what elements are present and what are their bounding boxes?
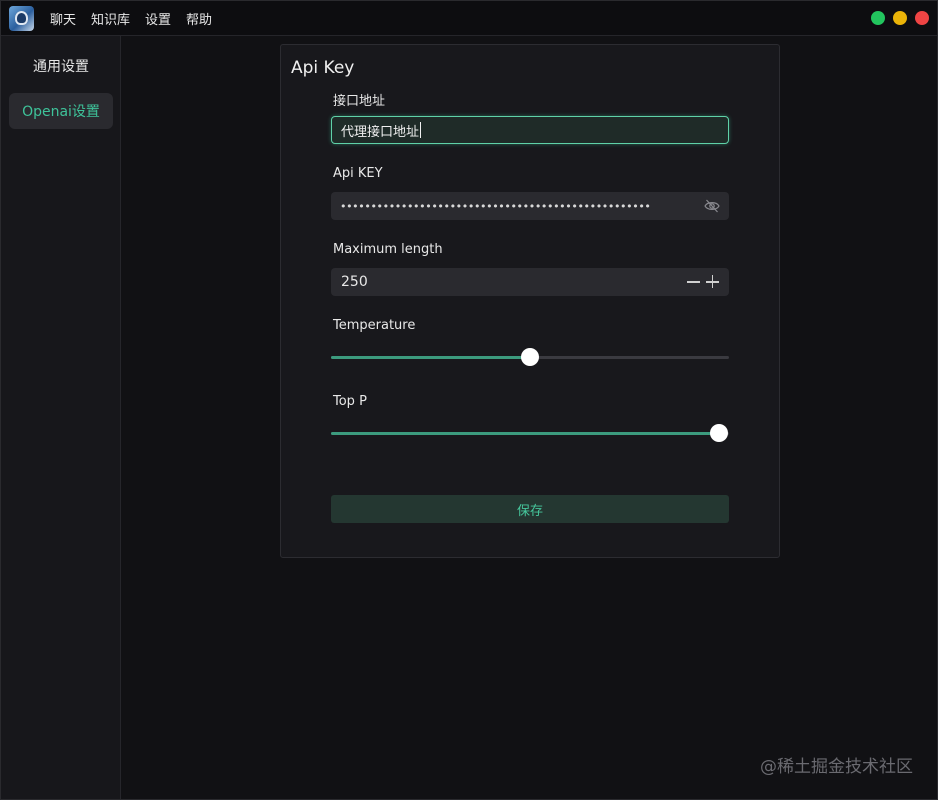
endpoint-value: 代理接口地址 [341,124,420,140]
increment-icon[interactable] [706,274,719,290]
decrement-icon[interactable] [687,274,700,290]
save-button[interactable]: 保存 [331,495,729,523]
slider-fill [331,356,530,359]
slider-thumb[interactable] [710,424,729,442]
menu-help[interactable]: 帮助 [186,9,212,28]
title-bar: 聊天 知识库 设置 帮助 [1,1,937,36]
window-controls [871,11,929,25]
menu-bar: 聊天 知识库 设置 帮助 [50,1,227,36]
app-logo [9,6,34,31]
top-p-label: Top P [333,394,367,409]
api-key-masked-value: ••••••••••••••••••••••••••••••••••••••••… [340,199,651,213]
endpoint-input[interactable]: 代理接口地址 [331,116,729,144]
watermark: @稀土掘金技术社区 [760,757,913,777]
menu-knowledge-base[interactable]: 知识库 [91,9,130,28]
settings-sidebar: 通用设置 Openai设置 [1,36,121,799]
max-length-value: 250 [341,274,368,290]
max-length-label: Maximum length [333,242,443,257]
api-key-input[interactable]: ••••••••••••••••••••••••••••••••••••••••… [331,192,729,220]
openai-settings-card: Api Key 接口地址 代理接口地址 Api KEY ••••••••••••… [280,44,780,558]
eye-off-icon[interactable] [704,199,720,213]
menu-settings[interactable]: 设置 [145,9,171,28]
minimize-button[interactable] [893,11,907,25]
card-title: Api Key [291,58,355,78]
max-length-input[interactable]: 250 [331,268,729,296]
api-key-label: Api KEY [333,166,383,181]
slider-thumb[interactable] [521,348,539,366]
sidebar-item-openai-settings[interactable]: Openai设置 [9,93,113,129]
top-p-slider[interactable] [331,423,729,443]
text-cursor [420,122,422,138]
sidebar-item-label: 通用设置 [33,59,89,75]
maximize-button[interactable] [871,11,885,25]
temperature-slider[interactable] [331,347,729,367]
close-button[interactable] [915,11,929,25]
endpoint-label: 接口地址 [333,94,386,109]
sidebar-item-label: Openai设置 [22,104,100,120]
temperature-label: Temperature [333,318,416,333]
menu-chat[interactable]: 聊天 [50,9,76,28]
sidebar-item-general-settings[interactable]: 通用设置 [9,48,113,84]
app-window: 聊天 知识库 设置 帮助 通用设置 Openai设置 Api Key 接口地址 … [0,0,938,800]
slider-fill [331,432,720,435]
quantity-stepper [687,274,719,290]
